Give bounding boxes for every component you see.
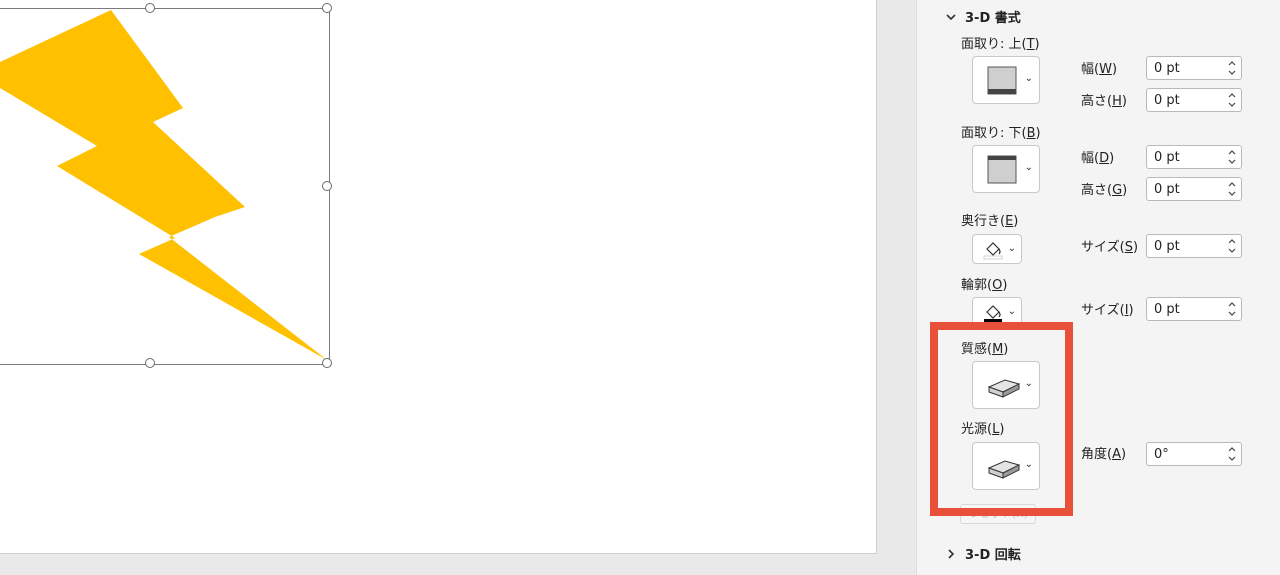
top-width-spinner[interactable] xyxy=(1146,56,1242,80)
spin-arrows-icon[interactable] xyxy=(1227,91,1237,109)
resize-handle-right[interactable] xyxy=(322,181,332,191)
resize-handle-bottom[interactable] xyxy=(145,358,155,368)
section-3d-format-title: 3-D 書式 xyxy=(965,11,1021,26)
slide-canvas-area xyxy=(0,0,916,575)
spin-arrows-icon[interactable] xyxy=(1227,180,1237,198)
contour-size-spinner[interactable] xyxy=(1146,297,1242,321)
bevel-bottom-picker[interactable]: ⌄ xyxy=(972,145,1040,193)
section-3d-rotation-title: 3-D 回転 xyxy=(965,548,1021,563)
chevron-down-icon: ⌄ xyxy=(1007,243,1016,254)
bevel-top-label: 面取り: 上(T) xyxy=(961,37,1040,52)
bottom-width-label: 幅(D) xyxy=(1081,151,1115,166)
spin-arrows-icon[interactable] xyxy=(1227,445,1237,463)
depth-size-label: サイズ(S) xyxy=(1081,240,1139,255)
chevron-down-icon: ⌄ xyxy=(1024,162,1033,173)
spin-arrows-icon[interactable] xyxy=(1227,237,1237,255)
angle-spinner[interactable] xyxy=(1146,442,1242,466)
bottom-height-label: 高さ(G) xyxy=(1081,183,1128,198)
section-3d-rotation-header[interactable]: 3-D 回転 xyxy=(945,544,1021,563)
section-3d-format-header[interactable]: 3-D 書式 xyxy=(945,7,1021,26)
top-width-input[interactable] xyxy=(1147,57,1228,79)
highlight-annotation-box xyxy=(930,322,1073,516)
depth-label: 奥行き(E) xyxy=(961,214,1019,229)
depth-color-picker[interactable]: ⌄ xyxy=(972,234,1022,264)
contour-size-input[interactable] xyxy=(1147,298,1228,320)
paint-bucket-icon xyxy=(984,305,1002,323)
angle-input[interactable] xyxy=(1147,443,1228,465)
depth-size-input[interactable] xyxy=(1147,235,1228,257)
bevel-bottom-label: 面取り: 下(B) xyxy=(961,126,1041,141)
spin-arrows-icon[interactable] xyxy=(1227,300,1237,318)
contour-label: 輪郭(O) xyxy=(961,278,1008,293)
chevron-down-icon: ⌄ xyxy=(1024,73,1033,84)
angle-label: 角度(A) xyxy=(1081,447,1127,462)
bevel-top-picker[interactable]: ⌄ xyxy=(972,56,1040,104)
resize-handle-top-right[interactable] xyxy=(322,3,332,13)
bottom-height-spinner[interactable] xyxy=(1146,177,1242,201)
resize-handle-top[interactable] xyxy=(145,3,155,13)
top-height-label: 高さ(H) xyxy=(1081,94,1127,109)
paint-bucket-icon xyxy=(983,242,1003,260)
bevel-bottom-icon xyxy=(987,155,1017,184)
bottom-height-input[interactable] xyxy=(1147,178,1228,200)
slide[interactable] xyxy=(0,0,877,554)
top-height-spinner[interactable] xyxy=(1146,88,1242,112)
chevron-down-icon xyxy=(946,13,956,20)
selection-box xyxy=(0,8,330,365)
chevron-down-icon: ⌄ xyxy=(1007,306,1016,317)
spin-arrows-icon[interactable] xyxy=(1227,59,1237,77)
contour-size-label: サイズ(I) xyxy=(1081,303,1134,318)
bottom-width-spinner[interactable] xyxy=(1146,145,1242,169)
top-width-label: 幅(W) xyxy=(1081,62,1118,77)
resize-handle-bottom-right[interactable] xyxy=(322,358,332,368)
chevron-right-icon xyxy=(948,548,955,559)
spin-arrows-icon[interactable] xyxy=(1227,148,1237,166)
bottom-width-input[interactable] xyxy=(1147,146,1228,168)
bevel-top-icon xyxy=(987,66,1017,95)
top-height-input[interactable] xyxy=(1147,89,1228,111)
depth-size-spinner[interactable] xyxy=(1146,234,1242,258)
